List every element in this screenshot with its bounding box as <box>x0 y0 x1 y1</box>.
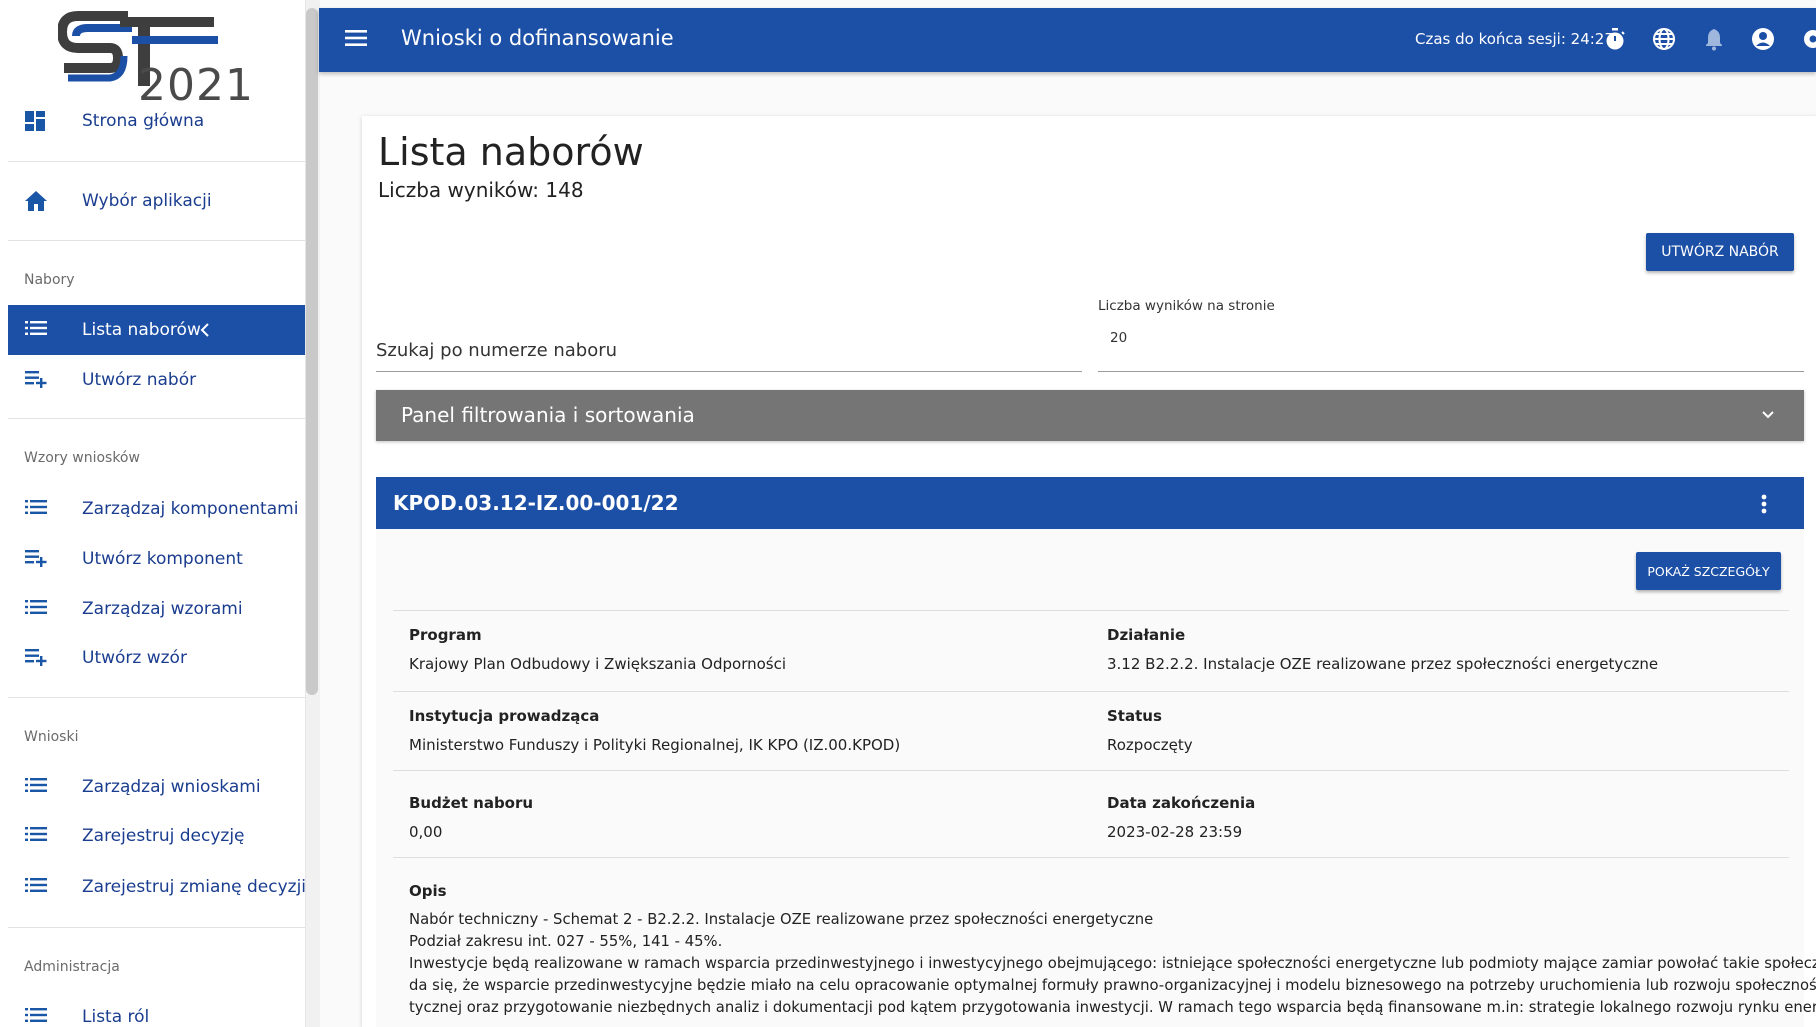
sidebar-scrollbar-thumb[interactable] <box>306 8 318 695</box>
dashboard-icon <box>25 111 47 131</box>
per-page-label: Liczba wyników na stronie <box>1098 298 1275 314</box>
opis-line: Nabór techniczny - Schemat 2 - B2.2.2. I… <box>409 911 1154 928</box>
opis-line: da się, że wsparcie przedinwestycyjne bę… <box>409 977 1816 994</box>
sidebar-item-label: Zarządzaj komponentami <box>82 499 299 519</box>
divider <box>8 240 305 241</box>
section-title-administracja: Administracja <box>24 959 120 975</box>
app-root: 2021 Strona główna Wybór aplikacji Nabor… <box>0 0 1816 1027</box>
list-icon <box>25 499 47 519</box>
sidebar-item-label: Utwórz nabór <box>82 370 197 390</box>
search-input[interactable] <box>376 336 1082 364</box>
opis-line: Podział zakresu int. 027 - 55%, 141 - 45… <box>409 933 723 950</box>
cst-logo: 2021 <box>56 10 254 111</box>
sidebar-item-label: Lista naborów <box>82 320 201 340</box>
result-count: Liczba wyników: 148 <box>378 178 584 202</box>
main-card: Lista naborów Liczba wyników: 148 UTWÓRZ… <box>362 116 1816 1027</box>
globe-icon[interactable] <box>1652 27 1678 53</box>
playlist-add-icon <box>25 648 47 668</box>
per-page-select[interactable]: 20 <box>1098 320 1804 372</box>
budzet-value: 0,00 <box>409 823 443 841</box>
sidebar-item-utworz-komponent[interactable]: Utwórz komponent <box>8 534 305 584</box>
section-title-wzory: Wzory wniosków <box>24 450 140 466</box>
sidebar-item-zarejestruj-zmiane-decyzji[interactable]: Zarejestruj zmianę decyzji <box>8 862 306 912</box>
program-label: Program <box>409 626 482 644</box>
nabor-card-body <box>376 529 1804 1027</box>
show-details-button[interactable]: POKAŻ SZCZEGÓŁY <box>1636 552 1781 590</box>
sidebar-item-label: Utwórz wzór <box>82 648 187 668</box>
nabor-card-header: KPOD.03.12-IZ.00-001/22 <box>376 477 1804 529</box>
sidebar-item-utworz-nabor[interactable]: Utwórz nabór <box>8 355 305 405</box>
page-title: Lista naborów <box>378 130 644 174</box>
opis-line: tycznej oraz przygotowanie niezbędnych a… <box>409 999 1816 1016</box>
status-label: Status <box>1107 707 1162 725</box>
opis-label: Opis <box>409 882 447 900</box>
list-icon <box>25 1007 47 1027</box>
filter-sort-panel[interactable]: Panel filtrowania i sortowania <box>376 390 1804 441</box>
per-page-value: 20 <box>1110 330 1128 346</box>
sidebar-item-lista-rol[interactable]: Lista ról <box>8 992 305 1027</box>
sidebar-item-zarzadzaj-komponentami[interactable]: Zarządzaj komponentami <box>8 484 305 534</box>
sidebar-item-label: Zarządzaj wzorami <box>82 599 243 619</box>
sidebar-item-zarzadzaj-wzorami[interactable]: Zarządzaj wzorami <box>8 584 305 634</box>
dzialanie-label: Działanie <box>1107 626 1186 644</box>
divider <box>393 857 1789 858</box>
divider <box>8 697 305 698</box>
sidebar-item-label: Strona główna <box>82 111 205 131</box>
sidebar-item-lista-naborow[interactable]: Lista naborów <box>8 305 305 355</box>
sidebar-item-zarzadzaj-wnioskami[interactable]: Zarządzaj wnioskami <box>8 762 305 812</box>
chevron-left-icon <box>200 322 210 341</box>
account-icon[interactable] <box>1751 27 1777 53</box>
sidebar-item-wybor-aplikacji[interactable]: Wybór aplikacji <box>8 176 305 226</box>
session-timer: Czas do końca sesji: 24:27 <box>1415 30 1614 48</box>
budzet-label: Budżet naboru <box>409 794 534 812</box>
top-app-bar: Wnioski o dofinansowanie Czas do końca s… <box>319 8 1816 72</box>
playlist-add-icon <box>25 549 47 569</box>
timer-icon[interactable] <box>1603 27 1629 53</box>
divider <box>393 691 1789 692</box>
section-title-wnioski: Wnioski <box>24 729 79 745</box>
create-nabor-button[interactable]: UTWÓRZ NABÓR <box>1646 233 1794 271</box>
status-value: Rozpoczęty <box>1107 736 1193 754</box>
menu-icon[interactable] <box>345 29 367 47</box>
divider <box>393 610 1789 611</box>
list-icon <box>25 777 47 797</box>
divider <box>393 770 1789 771</box>
home-icon <box>25 191 47 211</box>
nabor-number: KPOD.03.12-IZ.00-001/22 <box>393 491 679 515</box>
playlist-add-icon <box>25 370 47 390</box>
divider <box>8 927 305 928</box>
divider <box>8 418 305 419</box>
sidebar-item-label: Zarejestruj decyzję <box>82 826 245 846</box>
more-vert-icon[interactable] <box>1760 493 1768 515</box>
list-icon <box>25 826 47 846</box>
instytucja-label: Instytucja prowadząca <box>409 707 600 725</box>
sidebar-item-strona-glowna[interactable]: Strona główna <box>8 96 305 146</box>
sidebar-item-utworz-wzor[interactable]: Utwórz wzór <box>8 633 305 683</box>
list-icon <box>25 599 47 619</box>
opis-line: Inwestycje będą realizowane w ramach wsp… <box>409 955 1816 972</box>
filter-panel-label: Panel filtrowania i sortowania <box>401 403 695 427</box>
data-zakonczenia-label: Data zakończenia <box>1107 794 1256 812</box>
dzialanie-value: 3.12 B2.2.2. Instalacje OZE realizowane … <box>1107 655 1659 673</box>
search-field <box>376 326 1082 372</box>
settings-icon[interactable] <box>1801 27 1816 53</box>
sidebar-item-label: Utwórz komponent <box>82 549 243 569</box>
sidebar-item-label: Zarządzaj wnioskami <box>82 777 261 797</box>
divider <box>8 161 305 162</box>
list-icon <box>25 877 47 897</box>
sidebar-item-label: Zarejestruj zmianę decyzji <box>82 877 306 897</box>
app-title: Wnioski o dofinansowanie <box>401 26 674 50</box>
sidebar-item-zarejestruj-decyzje[interactable]: Zarejestruj decyzję <box>8 811 305 861</box>
list-icon <box>25 320 47 340</box>
notifications-icon[interactable] <box>1702 27 1728 53</box>
program-value: Krajowy Plan Odbudowy i Zwiększania Odpo… <box>409 655 787 673</box>
chevron-down-icon <box>1760 406 1776 422</box>
sidebar: 2021 Strona główna Wybór aplikacji Nabor… <box>0 0 306 1027</box>
sidebar-item-label: Lista ról <box>82 1007 150 1027</box>
sidebar-item-label: Wybór aplikacji <box>82 191 212 211</box>
data-zakonczenia-value: 2023-02-28 23:59 <box>1107 823 1243 841</box>
instytucja-value: Ministerstwo Funduszy i Polityki Regiona… <box>409 736 901 754</box>
section-title-nabory: Nabory <box>24 272 75 288</box>
